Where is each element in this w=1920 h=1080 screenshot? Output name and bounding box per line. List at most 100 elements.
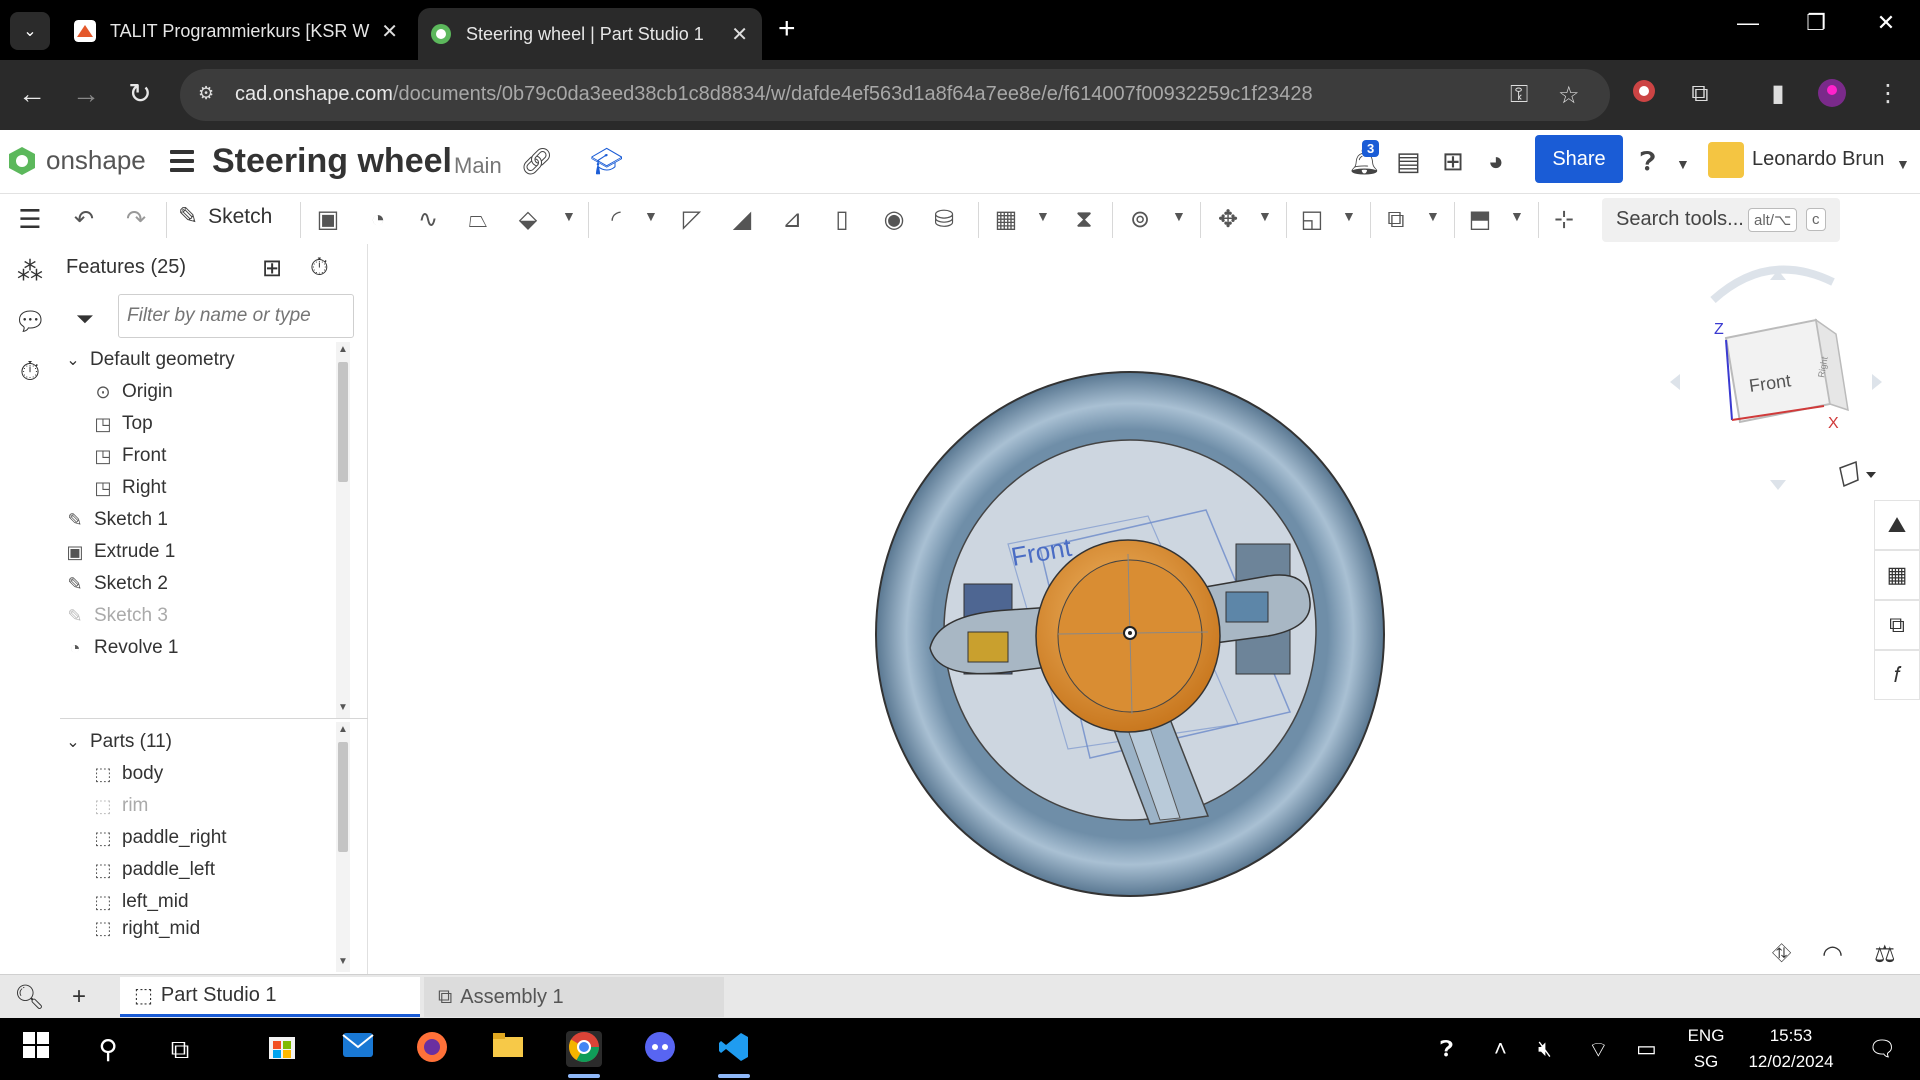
tab-assembly-1[interactable]: ⧉ Assembly 1	[424, 977, 724, 1017]
help-caret-icon[interactable]: ▼	[1676, 156, 1690, 172]
language-region[interactable]: SG	[1686, 1052, 1726, 1072]
add-tab-icon[interactable]: +	[72, 983, 86, 1011]
draft-icon[interactable]: ◢	[726, 204, 758, 236]
palette-icon[interactable]: ◕	[1488, 146, 1504, 177]
chamfer-icon[interactable]: ◸	[676, 204, 708, 236]
task-view-icon[interactable]: ⧉	[162, 1031, 198, 1067]
appearance-icon[interactable]: ⛰	[1874, 500, 1920, 550]
part-item-left-mid[interactable]: ⬚ left_mid	[90, 886, 188, 918]
branch-name[interactable]: Main	[454, 153, 502, 179]
minimize-button[interactable]: —	[1728, 10, 1768, 36]
document-title[interactable]: Steering wheel	[212, 142, 452, 181]
rotate-arc-icon[interactable]	[1710, 265, 1835, 303]
tree-group-default-geometry[interactable]: ⌄ Default geometry	[60, 344, 234, 376]
windows-start-icon[interactable]	[18, 1031, 54, 1067]
part-item-body[interactable]: ⬚ body	[90, 758, 163, 790]
thicken-icon[interactable]: ⬙	[512, 204, 544, 236]
help-tray-icon[interactable]: ❓︎	[1440, 1036, 1453, 1062]
forward-arrow-icon[interactable]: →	[68, 76, 104, 112]
mail-icon[interactable]	[340, 1031, 376, 1067]
volume-muted-icon[interactable]: 🔇︎	[1538, 1036, 1552, 1062]
reload-icon[interactable]: ↻	[122, 76, 158, 112]
close-tab-icon[interactable]: ✕	[381, 19, 398, 44]
hole-icon[interactable]: ◉	[878, 204, 910, 236]
search-tools-button[interactable]: Search tools... alt/⌥ c	[1602, 198, 1840, 242]
search-tabs-icon[interactable]: 🔍︎	[14, 983, 44, 1012]
features-scroll-thumb[interactable]	[338, 362, 348, 482]
history-icon[interactable]: ⏱	[14, 356, 46, 388]
feature-item-sketch-3[interactable]: ✎ Sketch 3	[62, 600, 167, 632]
tree-group-parts[interactable]: ⌄ Parts (11)	[60, 726, 172, 758]
chrome-menu-icon[interactable]: ⋮	[1872, 78, 1904, 110]
tab-part-studio-1[interactable]: ⬚ Part Studio 1	[120, 977, 420, 1017]
steering-wheel-model[interactable]: Front Front Right Z X	[368, 244, 1920, 974]
loft-icon[interactable]: ⏢	[462, 204, 494, 236]
address-bar[interactable]: ⚙ cad.onshape.com/documents/0b79c0da3eed…	[180, 69, 1610, 121]
part-studio-parts-icon[interactable]: ⧉	[1874, 600, 1920, 650]
chevron-down-icon[interactable]: ⌄	[60, 732, 86, 752]
part-item-paddle-right[interactable]: ⬚ paddle_right	[90, 822, 226, 854]
browser-tab-steering-wheel[interactable]: Steering wheel | Part Studio 1 ✕	[418, 8, 762, 60]
new-tab-button[interactable]: +	[778, 12, 796, 46]
onshape-logo[interactable]: onshape	[8, 145, 146, 176]
feature-item-sketch-1[interactable]: ✎ Sketch 1	[62, 504, 167, 536]
microsoft-store-icon[interactable]	[264, 1031, 300, 1067]
language-indicator[interactable]: ENG	[1686, 1026, 1726, 1046]
mirror-icon[interactable]: ⧗	[1068, 204, 1100, 236]
tasks-list-icon[interactable]: ▤	[1396, 146, 1421, 177]
view-right-arrow-icon[interactable]	[1872, 374, 1882, 390]
side-panel-icon[interactable]: ▮	[1762, 78, 1794, 110]
discord-icon[interactable]	[642, 1031, 678, 1067]
add-custom-feature-icon[interactable]: ⊹	[1548, 204, 1580, 236]
comments-icon[interactable]: 💬︎	[14, 306, 47, 338]
close-tab-icon[interactable]: ✕	[731, 22, 748, 47]
filter-funnel-icon[interactable]: ⏷	[76, 306, 94, 332]
fillet-icon[interactable]: ◜	[600, 204, 632, 236]
part-item-paddle-left[interactable]: ⬚ paddle_left	[90, 854, 214, 886]
sketch-button[interactable]: ✎ Sketch	[178, 202, 272, 231]
transform-icon[interactable]: ✥	[1212, 204, 1244, 236]
feature-item-sketch-2[interactable]: ✎ Sketch 2	[62, 568, 167, 600]
show-hidden-icons-caret[interactable]: ˄	[1494, 1036, 1507, 1062]
tab-search-button[interactable]: ⌄	[10, 12, 50, 50]
chrome-icon[interactable]	[566, 1031, 602, 1067]
clock-date[interactable]: 12/02/2024	[1736, 1052, 1846, 1072]
link-icon[interactable]: 🔗︎	[520, 146, 553, 177]
vscode-icon[interactable]	[716, 1031, 752, 1067]
chevron-down-icon[interactable]: ⌄	[60, 350, 86, 370]
caret-down-icon[interactable]: ▼	[1036, 208, 1050, 224]
user-caret-icon[interactable]: ▼	[1896, 156, 1910, 172]
measure-dome-icon[interactable]: ◠	[1822, 940, 1843, 969]
parts-scroll-thumb[interactable]	[338, 742, 348, 852]
boolean-icon[interactable]: ⊚	[1124, 204, 1156, 236]
section-view-icon[interactable]: ⛗	[1772, 940, 1791, 968]
cylinder-icon[interactable]: ⛁	[928, 204, 960, 236]
search-icon[interactable]: ⚲	[90, 1031, 126, 1067]
graphics-viewport[interactable]: Front Front Right Z X	[368, 244, 1920, 974]
scroll-up-icon[interactable]: ▲	[336, 344, 350, 355]
bookmark-star-icon[interactable]: ☆	[1558, 81, 1580, 110]
caret-down-icon[interactable]: ▼	[644, 208, 658, 224]
part-item-right-mid[interactable]: ⬚ right_mid	[90, 918, 200, 940]
left-mid[interactable]	[967, 631, 1009, 663]
help-icon[interactable]: ❓︎	[1640, 146, 1656, 178]
plane-icon[interactable]: ◱	[1296, 204, 1328, 236]
firefox-icon[interactable]	[414, 1031, 450, 1067]
scroll-down-icon[interactable]: ▼	[336, 702, 350, 713]
sheet-metal-icon[interactable]: ⬒	[1464, 204, 1496, 236]
share-button[interactable]: Share	[1535, 135, 1623, 183]
sweep-icon[interactable]: ∿	[412, 204, 444, 236]
learning-cap-icon[interactable]: 🎓︎	[590, 146, 623, 177]
user-name[interactable]: Leonardo Brun	[1752, 148, 1884, 171]
caret-down-icon[interactable]: ▼	[1510, 208, 1524, 224]
feature-item-extrude-1[interactable]: ▣ Extrude 1	[62, 536, 175, 568]
caret-down-icon[interactable]: ▼	[562, 208, 576, 224]
site-info-icon[interactable]: ⚙	[198, 83, 222, 107]
extrude-icon[interactable]: ▣	[312, 204, 344, 236]
part-item-rim[interactable]: ⬚ rim	[90, 790, 148, 822]
feature-item-front[interactable]: ◳ Front	[90, 440, 166, 472]
mass-properties-scale-icon[interactable]: ⚖	[1874, 940, 1896, 969]
right-mid[interactable]	[1225, 591, 1269, 623]
view-down-arrow-icon[interactable]	[1770, 480, 1786, 490]
close-window-button[interactable]: ✕	[1866, 10, 1906, 36]
